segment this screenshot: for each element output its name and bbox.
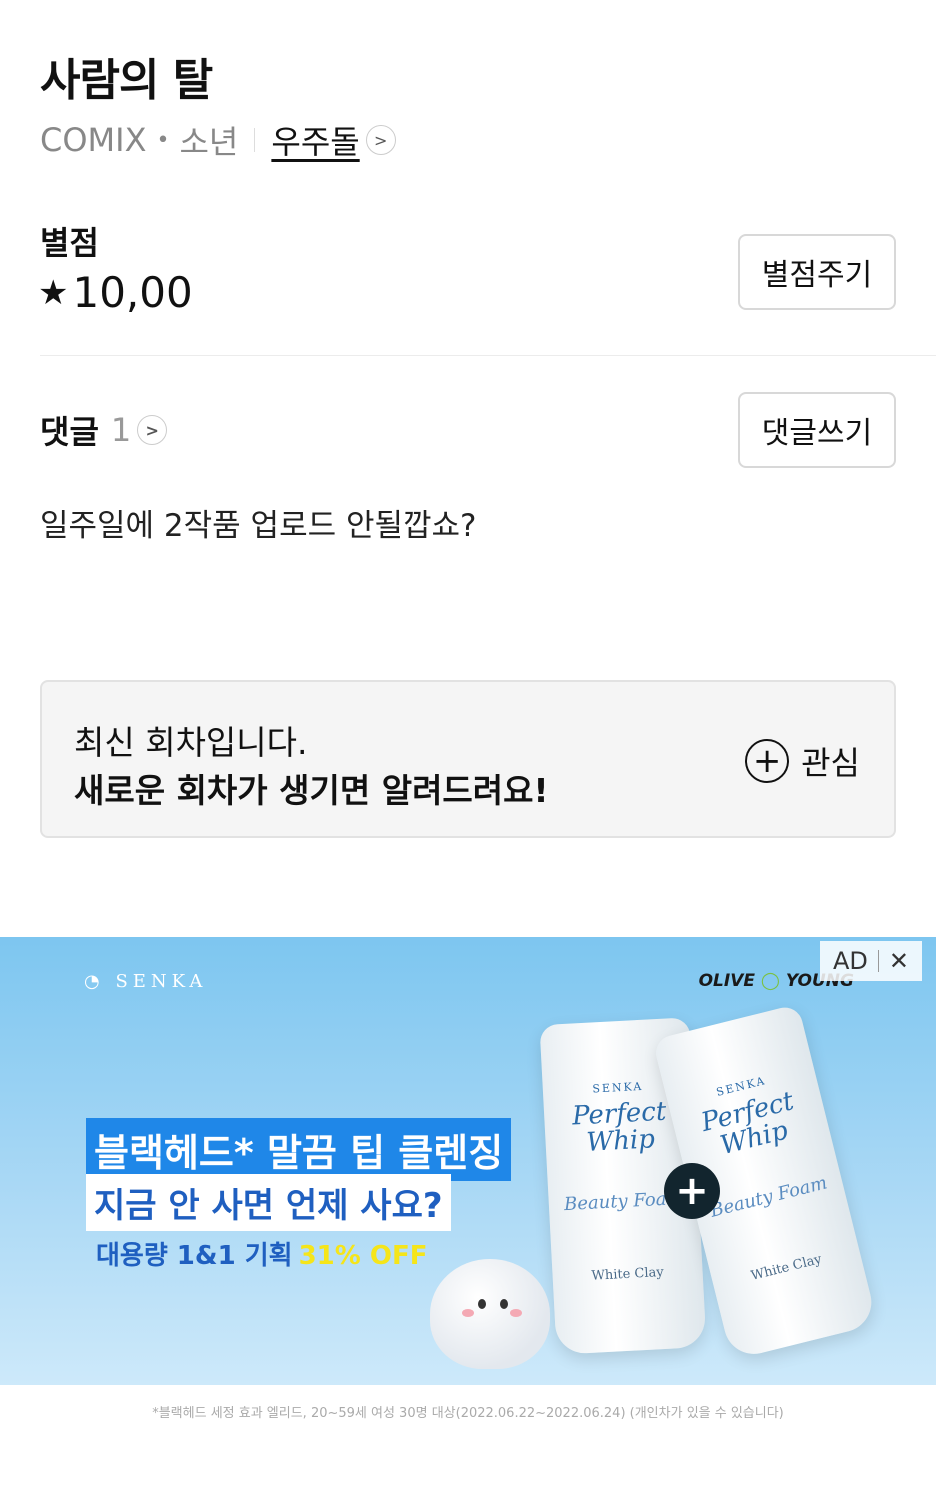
comments-count: 1 (110, 411, 132, 449)
rate-button[interactable]: 별점주기 (738, 234, 896, 310)
notice-line-1: 최신 회차입니다. (74, 723, 308, 762)
webtoon-title: 사람의 탈 (40, 55, 213, 106)
rating-value: ★ 10,00 (38, 268, 193, 317)
comments-header[interactable]: 댓글 1 > (40, 408, 168, 452)
chevron-right-icon[interactable]: > (137, 415, 168, 445)
section-divider (40, 355, 936, 356)
meta-dot: • (156, 127, 170, 153)
ad-badge[interactable]: AD ✕ (820, 941, 922, 981)
plus-circle-icon: + (745, 739, 790, 783)
rating-label: 별점 (40, 224, 99, 262)
comments-label: 댓글 (40, 413, 99, 451)
plus-icon: + (664, 1163, 720, 1219)
favorite-button[interactable]: + 관심 (745, 738, 860, 784)
genre-label: 소년 (179, 123, 239, 161)
mascot-cheek (510, 1309, 522, 1317)
foam-mascot-icon (430, 1259, 550, 1369)
ad-label: AD (832, 947, 868, 975)
ad-banner[interactable]: ◔ SENKA OLIVE ◯ YOUNG AD ✕ 블랙헤드* 말끔 팁 클렌… (0, 937, 936, 1385)
favorite-label: 관심 (801, 744, 860, 782)
comment-item[interactable]: 일주일에 2작품 업로드 안될깝쇼? (40, 500, 477, 545)
meta-separator (254, 128, 256, 152)
ad-headline-2: 지금 안 사면 언제 사요? (86, 1174, 451, 1231)
ad-discount: 31% OFF (298, 1241, 428, 1271)
mascot-cheek (462, 1309, 474, 1317)
write-comment-button[interactable]: 댓글쓰기 (738, 392, 896, 468)
star-icon: ★ (38, 272, 69, 313)
ad-badge-divider (877, 950, 879, 972)
mascot-eye (478, 1299, 486, 1309)
mascot-eye (500, 1299, 508, 1309)
senka-logo: ◔ SENKA (84, 971, 208, 992)
ad-footer (0, 1385, 936, 1489)
ad-headline-1: 블랙헤드* 말끔 팁 클렌징 (86, 1118, 512, 1181)
ad-disclaimer: *블랙헤드 세정 효과 엘리드, 20~59세 여성 30명 대상(2022.0… (152, 1406, 784, 1421)
senka-logo-mark-icon: ◔ (84, 971, 116, 992)
close-icon[interactable]: ✕ (889, 947, 909, 975)
olive-leaf-icon: ◯ (760, 971, 780, 991)
rating-score: 10,00 (72, 268, 193, 317)
notice-line-2: 새로운 회차가 생기면 알려드려요! (74, 771, 549, 810)
ad-headline-3: 대용량 1&1 기획 31% OFF (96, 1241, 428, 1271)
platform-label: COMIX (40, 121, 147, 159)
author-link[interactable]: 우주돌 (271, 117, 359, 163)
chevron-right-icon[interactable]: > (365, 125, 396, 155)
latest-episode-notice: 최신 회차입니다. 새로운 회차가 생기면 알려드려요! + 관심 (40, 680, 896, 838)
webtoon-meta: COMIX • 소년 우주돌 > (40, 118, 396, 162)
